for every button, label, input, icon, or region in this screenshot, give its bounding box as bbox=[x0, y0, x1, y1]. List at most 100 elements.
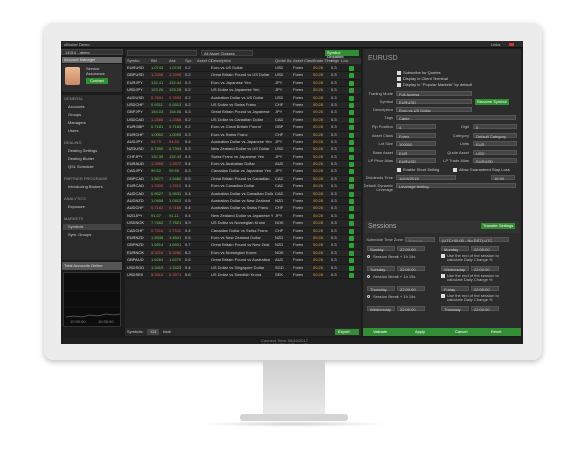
rename-symbol-button[interactable]: Rename Symbol bbox=[475, 99, 509, 105]
sidebar-item-sym-groups[interactable]: Sym. Groups bbox=[68, 233, 91, 237]
table-row[interactable]: EURGBP 0.7181 0.7183 0.2 Euro vs Great Brita… bbox=[125, 124, 361, 132]
dividends-time-field[interactable]: 16:30 bbox=[491, 175, 515, 181]
property-field[interactable]: USD bbox=[473, 149, 517, 155]
session-break-radio[interactable] bbox=[367, 295, 370, 298]
flag-icon[interactable] bbox=[509, 43, 514, 46]
account-selector[interactable]: 14314 - demo bbox=[61, 49, 123, 55]
row-enabled-checkbox[interactable] bbox=[349, 139, 354, 145]
table-row[interactable]: USDCHF 0.9311 0.9313 0.2 US Dollar vs Swiss … bbox=[125, 101, 361, 110]
row-enabled-checkbox[interactable] bbox=[349, 243, 354, 249]
row-enabled-checkbox[interactable] bbox=[349, 132, 354, 138]
cancel-button[interactable]: Cancel bbox=[455, 330, 467, 334]
symbol-field[interactable]: EURUSD bbox=[396, 99, 472, 105]
property-field[interactable]: EURUSD bbox=[396, 158, 436, 164]
session-start-time[interactable]: 22:00:00 bbox=[397, 286, 425, 292]
col-low[interactable]: Low bbox=[341, 59, 348, 63]
daily-change-checkbox[interactable] bbox=[441, 274, 445, 278]
session-start-day[interactable]: Tuesday bbox=[367, 266, 395, 272]
session-end-time[interactable]: 22:00:00 bbox=[471, 246, 499, 252]
short-selling-checkbox[interactable] bbox=[397, 168, 401, 172]
session-start-day[interactable]: Wednesday bbox=[367, 306, 395, 312]
table-row[interactable]: EURCHF 1.0002 1.0005 0.3 Euro vs Swiss Franc… bbox=[125, 131, 361, 139]
row-enabled-checkbox[interactable] bbox=[349, 117, 354, 123]
table-row[interactable]: CHFJPY 132.39 132.43 0.4 Swiss Franc vs Japa… bbox=[125, 154, 361, 162]
table-row[interactable]: EURNOK 8.3218 8.3280 6.2 Euro vs Norwegian K… bbox=[125, 249, 361, 258]
property-field[interactable]: 4 bbox=[396, 124, 436, 130]
sidebar-item-dealing-settings[interactable]: Dealing Settings bbox=[68, 149, 97, 153]
col-quote-asset[interactable]: Quote As. bbox=[275, 59, 293, 63]
session-start-day[interactable]: Thursday bbox=[367, 286, 395, 292]
row-enabled-checkbox[interactable] bbox=[349, 199, 354, 205]
sidebar-item-symbols[interactable]: Symbols bbox=[63, 224, 121, 230]
sidebar-item-dealing-blotter[interactable]: Dealing Blotter bbox=[68, 157, 94, 161]
row-enabled-checkbox[interactable] bbox=[349, 213, 354, 219]
row-enabled-checkbox[interactable] bbox=[349, 184, 354, 190]
col-symbol[interactable]: Symbo. bbox=[127, 59, 141, 63]
session-break-radio[interactable] bbox=[367, 275, 370, 278]
asset-class-filter[interactable]: All Asset Classes bbox=[201, 50, 253, 56]
row-enabled-checkbox[interactable] bbox=[349, 66, 354, 71]
table-row[interactable]: AUDNZD 1.0408 1.0413 0.5 Australian Dollar v… bbox=[125, 198, 361, 206]
daily-change-checkbox[interactable] bbox=[441, 294, 445, 298]
session-start-day[interactable]: Sunday bbox=[367, 246, 395, 252]
symbol-grouping-button[interactable]: Symbol Grouping bbox=[325, 50, 359, 59]
leverage-select[interactable]: Leverage testing bbox=[396, 183, 516, 189]
apply-button[interactable]: Apply bbox=[415, 330, 425, 334]
table-row[interactable]: USDJPY 123.26 123.28 0.2 US Dollar vs Japane… bbox=[125, 87, 361, 95]
trading-mode-select[interactable]: Full Access bbox=[396, 91, 472, 97]
sidebar-item-introducing-brokers[interactable]: Introducing Brokers bbox=[68, 185, 103, 189]
table-row[interactable]: EURUSD 1.0743 1.0745 0.2 Euro vs US Dollar US… bbox=[125, 65, 361, 73]
table-row[interactable]: CADJPY 99.52 99.55 0.3 Canadian Dollar vs Ja… bbox=[125, 168, 361, 176]
daily-change-checkbox[interactable] bbox=[441, 254, 445, 258]
user-status-button[interactable]: Contact bbox=[86, 78, 108, 84]
table-row[interactable]: AUDCHF 0.7162 0.7166 0.4 Australian Dollar v… bbox=[125, 205, 361, 213]
subscribe-checkbox[interactable] bbox=[397, 71, 401, 75]
sidebar-item-accounts[interactable]: Accounts bbox=[68, 105, 84, 109]
col-ask[interactable]: Ask bbox=[169, 59, 176, 63]
table-row[interactable]: USDSEK 8.3315 8.3371 5.6 US Dollar vs Swedis… bbox=[125, 272, 361, 280]
table-row[interactable]: AUDCAD 0.9527 0.9531 0.4 Australian Dollar v… bbox=[125, 190, 361, 199]
row-enabled-checkbox[interactable] bbox=[349, 265, 354, 271]
table-row[interactable]: USDSGD 1.3419 1.3423 0.4 US Dollar vs Singap… bbox=[125, 264, 361, 272]
table-row[interactable]: GBPCAD 1.5477 1.5482 0.5 Great Britain Pound… bbox=[125, 175, 361, 184]
row-enabled-checkbox[interactable] bbox=[349, 80, 354, 86]
row-enabled-checkbox[interactable] bbox=[349, 102, 354, 108]
col-spread[interactable]: Spr. bbox=[185, 59, 192, 63]
row-enabled-checkbox[interactable] bbox=[349, 221, 354, 227]
col-asset-class-2[interactable]: Asset Class bbox=[293, 59, 314, 63]
row-enabled-checkbox[interactable] bbox=[349, 250, 354, 256]
search-input[interactable] bbox=[127, 50, 197, 56]
table-row[interactable]: GBPAUD 1.6264 1.6270 0.6 Great Britain Pound… bbox=[125, 257, 361, 265]
validate-button[interactable]: Validate bbox=[373, 330, 387, 334]
table-row[interactable]: AUDJPY 94.79 94.83 0.4 Australian Dollar vs … bbox=[125, 139, 361, 147]
row-enabled-checkbox[interactable] bbox=[349, 154, 354, 160]
session-start-time[interactable]: 22:00:00 bbox=[397, 306, 425, 312]
sidebar-item-exposure[interactable]: Exposure bbox=[68, 205, 85, 209]
table-row[interactable]: EURNZD 1.4535 1.4541 0.6 Euro vs New Zealand… bbox=[125, 234, 361, 243]
table-row[interactable]: CADCHF 0.7516 0.7520 0.4 Canadian Dollar vs … bbox=[125, 228, 361, 235]
session-end-day[interactable]: Monday bbox=[441, 246, 469, 252]
col-bid[interactable]: Bid bbox=[151, 59, 157, 63]
table-row[interactable]: NZDUSD 0.7390 0.7393 0.3 New Zealand Dollar … bbox=[125, 146, 361, 154]
property-field[interactable]: 5 bbox=[473, 124, 517, 130]
row-enabled-checkbox[interactable] bbox=[349, 147, 354, 153]
table-row[interactable]: GBPNZD 1.6914 1.6921 0.7 Great Britain Pound… bbox=[125, 242, 361, 250]
table-row[interactable]: EURJPY 132.41 132.44 0.3 Euro vs Japanese Ye… bbox=[125, 80, 361, 88]
session-end-day[interactable]: Friday bbox=[441, 286, 469, 292]
timezone-utc-select[interactable]: (UTC+00:00 - No DST) UTC bbox=[439, 237, 509, 243]
session-break-radio[interactable] bbox=[367, 255, 370, 258]
row-enabled-checkbox[interactable] bbox=[349, 125, 354, 131]
table-row[interactable]: GBPJPY 154.03 154.06 0.3 Great Britain Pound… bbox=[125, 109, 361, 117]
table-row[interactable]: AUDUSD 0.7691 0.7693 0.2 Australian Dollar v… bbox=[125, 95, 361, 102]
sidebar-item-groups[interactable]: Groups bbox=[68, 113, 81, 117]
row-enabled-checkbox[interactable] bbox=[349, 169, 354, 175]
transfer-settings-button[interactable]: Transfer Settings bbox=[481, 223, 516, 229]
row-enabled-checkbox[interactable] bbox=[349, 272, 354, 278]
reset-button[interactable]: Reset bbox=[491, 330, 501, 334]
table-row[interactable]: USDCAD 1.2386 1.2388 0.2 US Dollar vs Canadi… bbox=[125, 116, 361, 125]
property-field[interactable]: Default Category bbox=[473, 132, 517, 138]
col-high[interactable]: High bbox=[331, 59, 339, 63]
export-button[interactable]: Export bbox=[335, 329, 359, 335]
row-enabled-checkbox[interactable] bbox=[349, 95, 354, 101]
table-row[interactable]: NZDJPY 91.07 91.11 0.4 New Zealand Dollar vs… bbox=[125, 213, 361, 221]
